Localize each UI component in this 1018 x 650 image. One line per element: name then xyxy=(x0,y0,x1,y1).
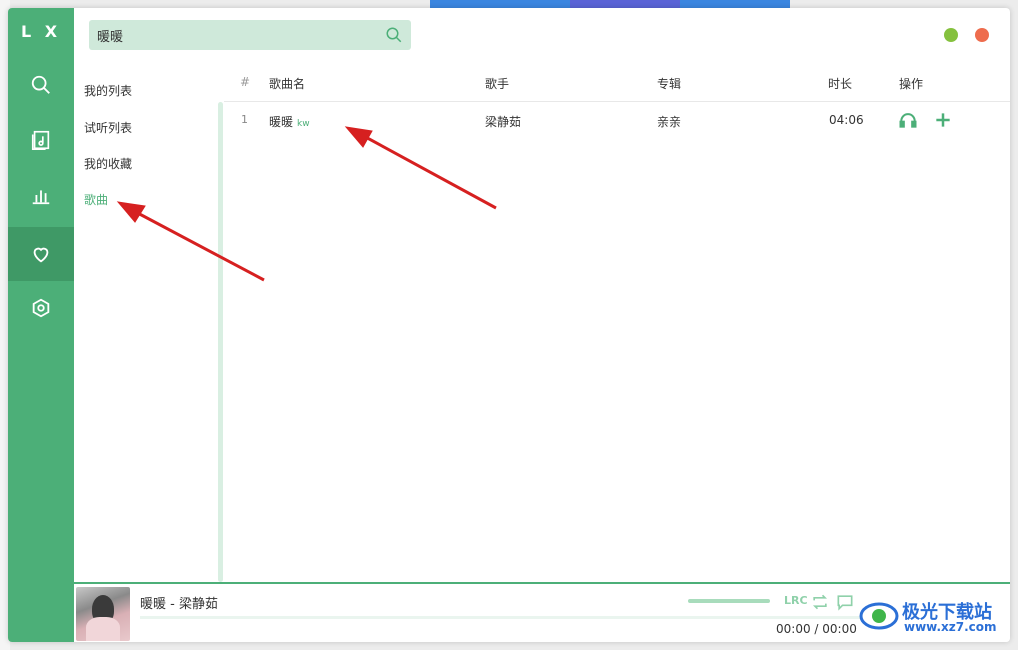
cover-figure-body xyxy=(86,617,120,641)
top-bar xyxy=(74,8,1010,66)
list-item-songs[interactable]: 歌曲 xyxy=(84,191,108,208)
row-singer[interactable]: 梁静茹 xyxy=(485,113,521,130)
nav-settings[interactable] xyxy=(8,281,74,335)
source-tag: kw xyxy=(297,119,310,129)
table-row[interactable]: 1 暖暖 kw 梁静茹 亲亲 04:06 xyxy=(224,102,1010,138)
close-button[interactable] xyxy=(975,28,989,42)
background-app-strip-accent xyxy=(570,0,680,8)
watermark-logo: 极光下载站 www.xz7.com xyxy=(858,596,1014,636)
row-song-name[interactable]: 暖暖 kw xyxy=(269,113,310,130)
progress-bar[interactable] xyxy=(140,616,860,619)
lyrics-toggle[interactable]: LRC xyxy=(784,594,808,607)
nav-search[interactable] xyxy=(8,58,74,112)
heart-icon xyxy=(33,247,49,263)
nav-my-list[interactable] xyxy=(8,227,74,281)
nav-songlist[interactable] xyxy=(8,113,74,167)
header-actions: 操作 xyxy=(899,77,924,91)
comment-icon[interactable] xyxy=(835,592,855,612)
watermark-icon xyxy=(859,602,899,630)
app-logo: L X xyxy=(20,22,62,41)
my-list-panel: 我的列表 试听列表 我的收藏 歌曲 xyxy=(74,66,224,582)
header-album: 专辑 xyxy=(657,77,682,91)
repeat-icon[interactable] xyxy=(810,592,830,612)
now-playing-title: 暖暖 - 梁静茹 xyxy=(140,597,218,612)
list-item-trial[interactable]: 试听列表 xyxy=(84,119,132,136)
music-file-icon xyxy=(31,130,50,150)
add-icon[interactable] xyxy=(933,110,953,130)
headphones-icon[interactable] xyxy=(898,110,918,130)
volume-slider[interactable] xyxy=(688,599,770,603)
header-singer: 歌手 xyxy=(485,77,510,91)
sidebar: L X xyxy=(8,8,74,642)
header-index: # xyxy=(240,75,251,89)
list-panel-title: 我的列表 xyxy=(84,84,133,98)
song-name-text: 暖暖 xyxy=(269,115,294,129)
search-input[interactable] xyxy=(97,27,385,43)
search-icon xyxy=(31,75,50,94)
row-album[interactable]: 亲亲 xyxy=(657,113,681,130)
row-index: 1 xyxy=(241,113,248,126)
list-item-favorites[interactable]: 我的收藏 xyxy=(84,155,132,172)
search-icon[interactable] xyxy=(385,26,403,44)
song-table: # 歌曲名 歌手 专辑 时长 操作 1 暖暖 kw 梁静茹 亲亲 04:06 xyxy=(224,66,1010,582)
header-name: 歌曲名 xyxy=(269,77,306,91)
header-duration: 时长 xyxy=(828,77,853,91)
search-box xyxy=(89,20,411,50)
table-header: # 歌曲名 歌手 专辑 时长 操作 xyxy=(224,66,1010,102)
row-duration: 04:06 xyxy=(829,113,864,127)
chart-icon xyxy=(32,190,50,205)
watermark-url: www.xz7.com xyxy=(904,620,997,634)
list-scrollbar[interactable] xyxy=(218,102,223,582)
album-cover[interactable] xyxy=(76,587,130,641)
minimize-button[interactable] xyxy=(944,28,958,42)
play-time: 00:00 / 00:00 xyxy=(776,622,857,636)
app-window: L X 我的列表 试听列表 我的收藏 歌曲 # xyxy=(8,8,1010,642)
nav-leaderboard[interactable] xyxy=(8,168,74,222)
settings-icon xyxy=(32,298,50,318)
